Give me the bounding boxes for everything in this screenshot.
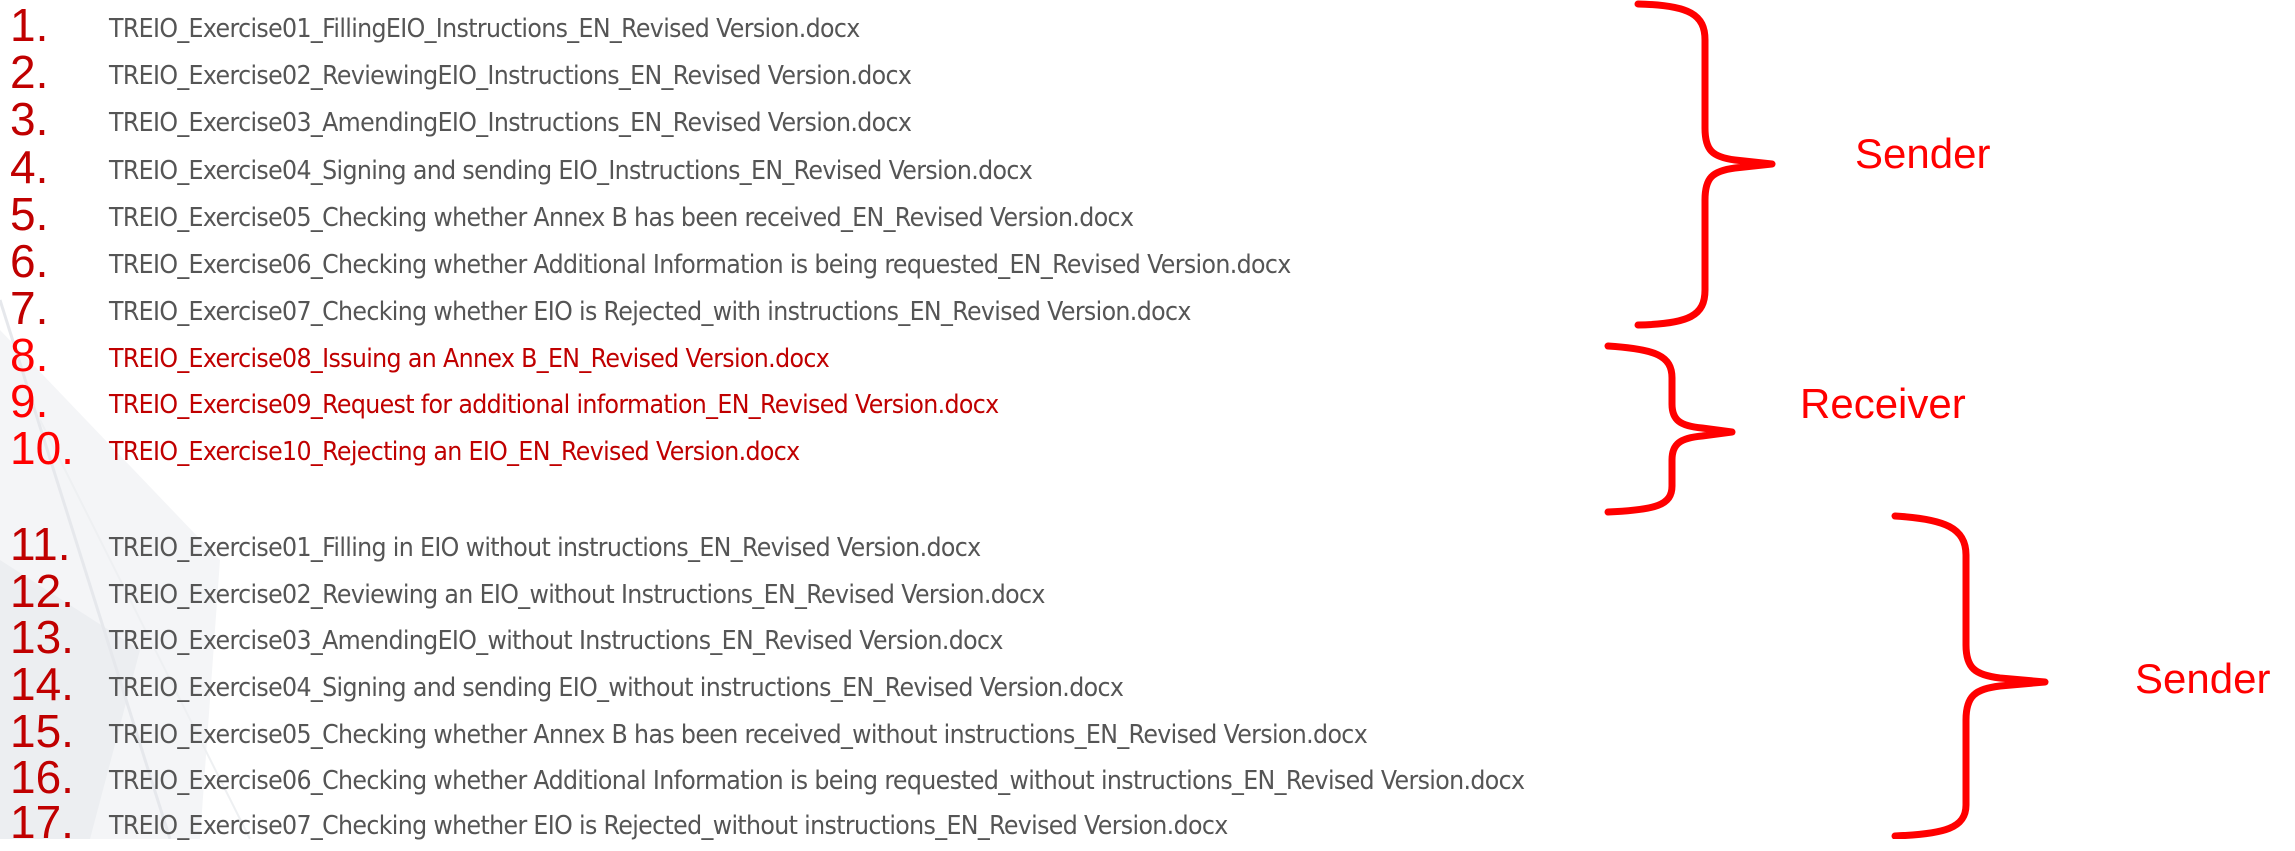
sender-group-brace [1634, 0, 1776, 329]
group-label-receiver: Receiver [1800, 380, 1966, 427]
sender-group-brace [1891, 512, 2049, 839]
group-label-sender: Sender [2135, 655, 2271, 702]
receiver-group-brace [1604, 342, 1736, 516]
group-label-sender: Sender [1855, 130, 1991, 177]
